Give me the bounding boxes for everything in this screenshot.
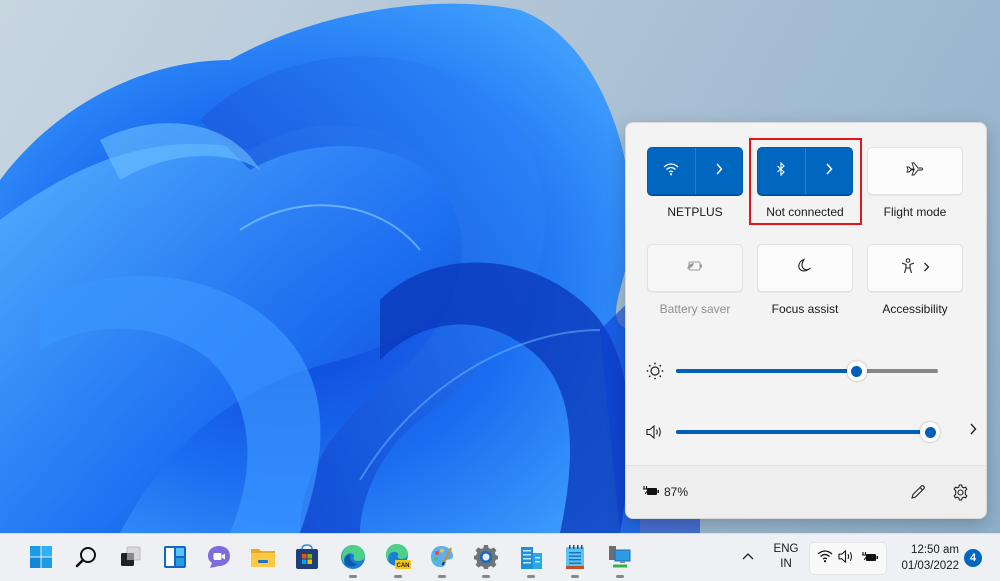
edge-canary-badge: CAN	[397, 563, 410, 569]
volume-slider-thumb[interactable]	[920, 422, 940, 442]
focus-assist-toggle-button[interactable]	[757, 244, 853, 292]
file-explorer-button[interactable]	[246, 540, 280, 574]
input-language-indicator[interactable]: ENG IN	[770, 542, 802, 572]
flight-mode-toggle-button[interactable]	[867, 147, 963, 195]
quick-settings-footer: 87%	[626, 465, 986, 518]
notepad-icon	[566, 545, 584, 569]
running-indicator	[438, 575, 446, 578]
show-hidden-icons-button[interactable]	[741, 548, 755, 566]
battery-charging-icon	[642, 485, 660, 500]
accessibility-icon	[901, 257, 915, 279]
chevron-up-icon	[742, 553, 754, 560]
clock-date-text: 01/03/2022	[901, 560, 959, 572]
clock-date[interactable]: 12:50 am 01/03/2022	[893, 542, 959, 574]
wifi-icon	[817, 549, 833, 568]
quick-settings-row-2: Battery saver Focus assist Accessibility	[647, 244, 963, 316]
focus-assist-tile-label: Focus assist	[771, 302, 839, 316]
running-indicator	[571, 575, 579, 578]
wifi-tile: NETPLUS	[647, 147, 743, 219]
running-indicator	[616, 575, 624, 578]
quick-settings-panel: NETPLUS Not connected Flight mode Batter…	[625, 122, 987, 519]
start-button[interactable]	[24, 540, 58, 574]
battery-saver-toggle-button[interactable]	[647, 244, 743, 292]
notepad-button[interactable]	[558, 540, 592, 578]
network-app-button[interactable]	[603, 540, 637, 578]
folder-icon	[251, 549, 275, 567]
battery-percentage: 87%	[664, 485, 689, 499]
widgets-icon	[164, 546, 186, 568]
airplane-icon	[906, 162, 924, 181]
edit-quick-settings-button[interactable]	[908, 482, 928, 502]
accessibility-tile: Accessibility	[867, 244, 963, 316]
volume-output-expand-button[interactable]	[969, 422, 977, 440]
sun-icon	[644, 360, 666, 382]
edge-icon	[341, 545, 365, 569]
edge-canary-button[interactable]: CAN	[381, 540, 415, 578]
wifi-tile-label: NETPLUS	[667, 205, 723, 219]
running-indicator	[394, 575, 402, 578]
wifi-toggle-button[interactable]	[648, 148, 695, 194]
pencil-icon	[911, 485, 925, 499]
bluetooth-highlight-box	[749, 138, 862, 225]
all-settings-button[interactable]	[950, 482, 970, 502]
brightness-slider-thumb[interactable]	[846, 361, 867, 381]
paint-palette-icon	[431, 546, 453, 568]
flight-mode-tile-label: Flight mode	[883, 205, 947, 219]
task-view-button[interactable]	[113, 540, 147, 574]
battery-charging-icon	[861, 550, 879, 568]
edge-canary-icon: CAN	[385, 544, 411, 569]
search-icon	[75, 547, 96, 568]
buildings-app-button[interactable]	[514, 540, 548, 578]
accessibility-tile-label: Accessibility	[882, 302, 948, 316]
speaker-icon	[838, 549, 855, 569]
battery-saver-tile-label: Battery saver	[659, 302, 731, 316]
edge-button[interactable]	[336, 540, 370, 578]
buildings-icon	[521, 547, 542, 569]
taskbar: CAN ENG IN 12:50 am 01/03/2022 4	[0, 533, 1000, 581]
region-code: IN	[780, 558, 792, 570]
running-indicator	[527, 575, 535, 578]
teams-chat-icon	[208, 546, 230, 568]
store-icon	[296, 544, 318, 569]
windows-logo-icon	[30, 546, 52, 568]
flight-mode-tile: Flight mode	[867, 147, 963, 219]
gear-icon	[953, 483, 967, 501]
teams-chat-button[interactable]	[202, 540, 236, 574]
clock-time: 12:50 am	[911, 544, 959, 556]
chevron-right-icon	[923, 259, 930, 277]
settings-gear-icon	[474, 545, 498, 569]
wifi-icon	[663, 162, 679, 181]
task-view-icon	[121, 546, 141, 566]
battery-status[interactable]: 87%	[642, 485, 688, 500]
volume-slider-row	[644, 420, 977, 444]
quick-settings-tray-button[interactable]	[809, 542, 887, 575]
running-indicator	[349, 575, 357, 578]
moon-icon	[798, 257, 812, 279]
microsoft-store-button[interactable]	[290, 540, 324, 574]
settings-app-button[interactable]	[469, 540, 503, 578]
running-indicator	[482, 575, 490, 578]
brightness-slider-track[interactable]	[676, 361, 938, 381]
notification-count-badge[interactable]: 4	[964, 549, 982, 567]
volume-slider-track[interactable]	[676, 422, 940, 442]
brightness-slider-fill	[676, 369, 857, 373]
speaker-icon	[644, 421, 666, 443]
volume-slider-fill	[676, 430, 930, 434]
accessibility-button[interactable]	[867, 244, 963, 292]
chevron-right-icon	[970, 423, 977, 435]
widgets-button[interactable]	[158, 540, 192, 574]
battery-saver-tile: Battery saver	[647, 244, 743, 316]
focus-assist-tile: Focus assist	[757, 244, 853, 316]
brightness-slider-row	[644, 359, 969, 383]
wifi-expand-button[interactable]	[694, 148, 743, 194]
paint-button[interactable]	[425, 540, 459, 578]
wifi-toggle-tile[interactable]	[647, 147, 743, 195]
battery-saver-icon	[686, 259, 704, 277]
network-computer-icon	[609, 546, 631, 568]
search-button[interactable]	[69, 540, 103, 574]
language-code: ENG	[773, 543, 799, 555]
chevron-right-icon	[715, 162, 723, 180]
